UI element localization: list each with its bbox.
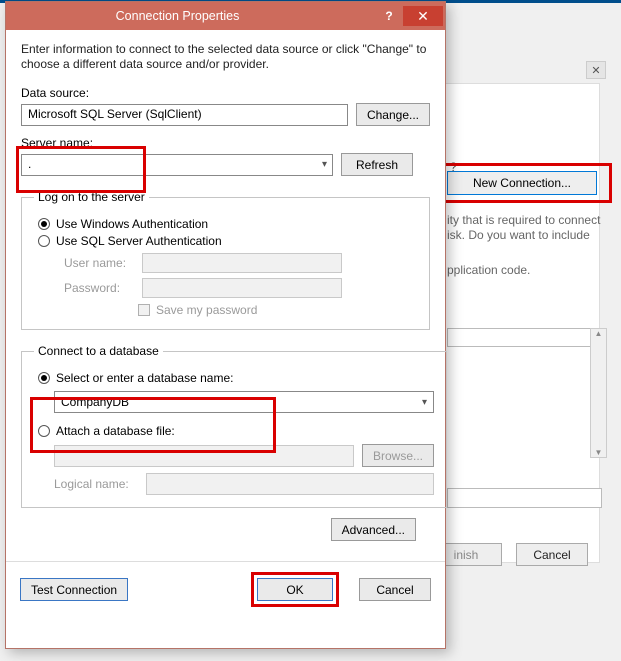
radio-select-db-label: Select or enter a database name: <box>56 371 233 385</box>
dialog-title: Connection Properties <box>20 9 335 23</box>
browse-button: Browse... <box>362 444 434 467</box>
checkbox-icon <box>138 304 150 316</box>
help-button[interactable]: ? <box>375 6 403 26</box>
wizard-footer-buttons: inish Cancel <box>430 543 588 566</box>
wizard-helper-text-2: pplication code. <box>447 263 612 277</box>
username-input <box>142 253 342 273</box>
attach-file-row: Browse... <box>54 444 434 467</box>
radio-select-db[interactable]: Select or enter a database name: <box>38 371 434 385</box>
radio-windows-auth[interactable]: Use Windows Authentication <box>38 217 417 231</box>
server-name-combo[interactable]: . ▾ <box>21 154 333 176</box>
server-name-label: Server name: <box>21 136 430 150</box>
radio-icon <box>38 235 50 247</box>
password-label: Password: <box>64 281 134 295</box>
wizard-textbox-1[interactable] <box>447 328 602 347</box>
username-label: User name: <box>64 256 134 270</box>
database-name-value: CompanyDB <box>61 395 129 409</box>
radio-icon <box>38 425 50 437</box>
highlight-new-connection: New Connection... <box>432 163 612 203</box>
logical-name-row: Logical name: <box>54 473 434 495</box>
logon-legend: Log on to the server <box>34 190 149 204</box>
save-password-label: Save my password <box>156 303 257 317</box>
data-source-label: Data source: <box>21 86 430 100</box>
ok-button[interactable]: OK <box>257 578 333 601</box>
radio-sql-auth[interactable]: Use SQL Server Authentication <box>38 234 417 248</box>
dialog-footer: Test Connection OK Cancel <box>6 561 445 607</box>
radio-attach-db-label: Attach a database file: <box>56 424 175 438</box>
change-button[interactable]: Change... <box>356 103 430 126</box>
data-source-field: Microsoft SQL Server (SqlClient) <box>21 104 348 126</box>
wizard-scrollbar[interactable]: ▲ ▼ <box>590 328 607 458</box>
password-input <box>142 278 342 298</box>
password-row: Password: <box>64 278 417 298</box>
dialog-titlebar[interactable]: Connection Properties ? ✕ <box>6 2 445 30</box>
highlight-ok: OK <box>251 572 339 607</box>
dialog-intro-text: Enter information to connect to the sele… <box>21 42 430 72</box>
refresh-button[interactable]: Refresh <box>341 153 413 176</box>
logical-name-label: Logical name: <box>54 477 138 491</box>
new-connection-button[interactable]: New Connection... <box>447 171 597 195</box>
radio-icon <box>38 218 50 230</box>
radio-attach-db[interactable]: Attach a database file: <box>38 424 434 438</box>
connection-properties-dialog: Connection Properties ? ✕ Enter informat… <box>5 1 446 649</box>
wizard-textbox-2[interactable] <box>447 488 602 508</box>
username-row: User name: <box>64 253 417 273</box>
wizard-close-button[interactable]: ✕ <box>586 61 606 79</box>
connect-db-group: Connect to a database Select or enter a … <box>21 344 447 508</box>
server-name-input[interactable]: . <box>21 154 333 176</box>
close-button[interactable]: ✕ <box>403 6 443 26</box>
radio-windows-auth-label: Use Windows Authentication <box>56 217 208 231</box>
radio-sql-auth-label: Use SQL Server Authentication <box>56 234 222 248</box>
cancel-button[interactable]: Cancel <box>359 578 431 601</box>
scroll-down-icon[interactable]: ▼ <box>595 448 603 457</box>
wizard-helper-text-1: ity that is required to connect isk. Do … <box>447 213 612 243</box>
radio-icon <box>38 372 50 384</box>
logon-group: Log on to the server Use Windows Authent… <box>21 190 430 330</box>
scroll-up-icon[interactable]: ▲ <box>595 329 603 338</box>
connect-db-legend: Connect to a database <box>34 344 163 358</box>
chevron-down-icon: ▾ <box>422 397 427 408</box>
logical-name-input <box>146 473 434 495</box>
dialog-body: Enter information to connect to the sele… <box>6 30 445 553</box>
test-connection-button[interactable]: Test Connection <box>20 578 128 601</box>
advanced-button[interactable]: Advanced... <box>331 518 416 541</box>
database-name-combo[interactable]: CompanyDB ▾ <box>54 391 434 413</box>
attach-file-input <box>54 445 354 467</box>
save-password-row: Save my password <box>138 303 417 317</box>
wizard-cancel-button[interactable]: Cancel <box>516 543 588 566</box>
